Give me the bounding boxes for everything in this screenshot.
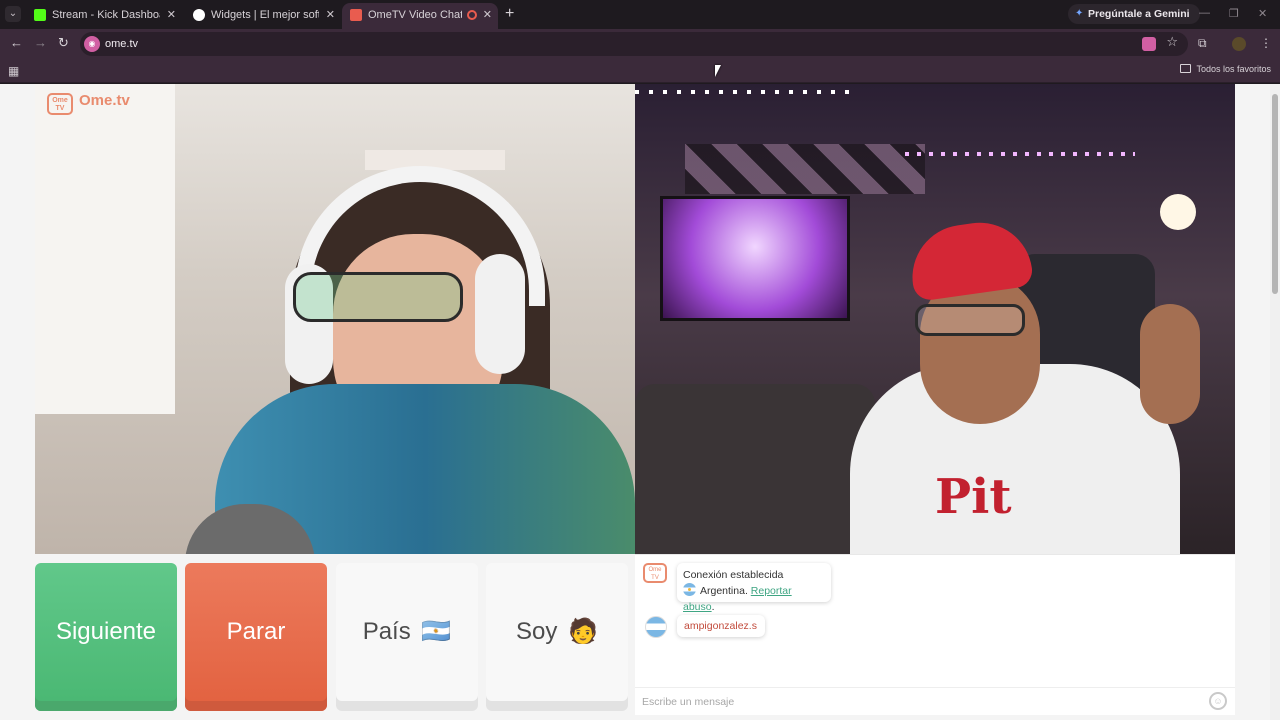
new-tab-icon[interactable]: + (505, 5, 514, 23)
country-line: Argentina. Reportar abuso. (683, 583, 825, 615)
all-favorites-button[interactable]: Todos los favoritos (1180, 64, 1271, 74)
ometv-logo-text: Ome.tv (79, 92, 130, 109)
tab-title: OmeTV Video Chat — Ome (368, 9, 462, 21)
remote-video: Pit (635, 84, 1235, 554)
background-couch (635, 384, 875, 554)
tab-kick-dashboard[interactable]: Stream - Kick Dashboard ✕ (26, 3, 182, 27)
background-lamp (1160, 194, 1196, 230)
kick-favicon-icon (34, 9, 46, 21)
next-label: Siguiente (55, 618, 157, 645)
led-lights-top (635, 90, 855, 94)
gemini-label: Pregúntale a Gemini (1088, 8, 1190, 20)
profile-avatar[interactable] (1232, 37, 1246, 51)
waving-hand (1140, 304, 1200, 424)
close-icon[interactable]: ✕ (167, 3, 176, 27)
ask-gemini-button[interactable]: ✦ Pregúntale a Gemini (1068, 4, 1200, 24)
led-lights-mid (905, 152, 1135, 156)
ometv-favicon-icon (350, 9, 362, 21)
person-glasses (293, 272, 463, 322)
argentina-flag-icon (683, 583, 696, 596)
bookmarks-bar: ▦ Todos los favoritos (0, 58, 1280, 83)
country-name: Argentina. (700, 585, 748, 597)
mouse-cursor-icon (715, 65, 721, 77)
stranger-message: ampigonzalez.s (677, 615, 765, 637)
tab-title: Widgets | El mejor software par (211, 9, 319, 21)
ometv-logo-icon: Ome TV (47, 93, 73, 115)
url-text: ome.tv (105, 38, 139, 50)
recording-icon (467, 10, 477, 20)
person-glasses (915, 304, 1025, 336)
stranger-flag-avatar (645, 616, 667, 638)
menu-kebab-icon[interactable]: ⋮ (1260, 36, 1272, 50)
next-button[interactable]: Siguiente (35, 563, 177, 711)
stop-button[interactable]: Parar (185, 563, 327, 711)
folder-icon (1180, 64, 1192, 73)
tab-ometv[interactable]: OmeTV Video Chat — Ome ✕ (342, 3, 498, 29)
forward-icon[interactable]: → (34, 35, 47, 50)
bookmark-star-icon[interactable]: ☆ (1166, 34, 1178, 50)
ometv-avatar-icon: Ome TV (643, 563, 667, 583)
tab-widgets[interactable]: Widgets | El mejor software par ✕ (185, 3, 341, 27)
all-favorites-label: Todos los favoritos (1196, 64, 1271, 74)
page-scrollbar[interactable] (1270, 84, 1280, 720)
headphones-earcup-right (475, 254, 525, 374)
address-bar[interactable]: ◉ ome.tv ☆ (80, 32, 1188, 56)
chat-panel: Ome TV Conexión establecida Argentina. R… (635, 554, 1235, 715)
apps-grid-icon[interactable]: ▦ (8, 64, 19, 78)
report-suffix: . (711, 601, 715, 613)
back-icon[interactable]: ← (10, 35, 23, 50)
background-window (35, 84, 175, 414)
browser-toolbar: ← → ↻ ◉ ome.tv ☆ ⧉ ⋮ (0, 29, 1280, 58)
screen-share-icon[interactable] (1142, 37, 1156, 51)
widgets-favicon-icon (193, 9, 205, 21)
connection-status: Conexión establecida (683, 569, 784, 581)
reload-icon[interactable]: ↻ (58, 35, 69, 51)
country-button[interactable]: País 🇦🇷 (336, 563, 478, 711)
stranger-username: ampigonzalez.s (684, 620, 757, 632)
person-icon: 🧑 (568, 618, 598, 645)
wall-diamond-pattern (685, 144, 925, 194)
message-input-bar: ☺ (635, 687, 1235, 715)
gender-button[interactable]: Soy 🧑 (486, 563, 628, 711)
site-info-icon[interactable]: ◉ (84, 36, 100, 52)
local-video: Ome TV Ome.tv (35, 84, 635, 554)
ometv-logo: Ome TV Ome.tv (47, 92, 130, 115)
close-icon[interactable]: ✕ (483, 3, 492, 27)
ometv-page: Ome TV Ome.tv Pit Siguiente Parar País 🇦🇷… (0, 84, 1280, 720)
message-input[interactable] (642, 692, 1202, 712)
close-icon[interactable]: ✕ (326, 3, 335, 27)
country-label: País (362, 618, 411, 645)
argentina-flag-icon: 🇦🇷 (421, 618, 452, 645)
emoji-smile-icon[interactable]: ☺ (1209, 692, 1227, 710)
gender-label: Soy (516, 618, 558, 645)
shirt-print: Pit (935, 469, 1012, 525)
tab-strip: ⌄ Stream - Kick Dashboard ✕ Widgets | El… (0, 0, 1280, 29)
minimize-icon[interactable]: — (1199, 7, 1210, 19)
tab-search-icon[interactable]: ⌄ (5, 6, 21, 22)
gemini-spark-icon: ✦ (1075, 8, 1084, 19)
restore-icon[interactable]: ❐ (1229, 7, 1239, 20)
background-tv (660, 196, 850, 321)
scrollbar-thumb[interactable] (1272, 94, 1278, 294)
system-message: Conexión establecida Argentina. Reportar… (677, 563, 831, 613)
extensions-icon[interactable]: ⧉ (1198, 36, 1207, 51)
tab-title: Stream - Kick Dashboard (52, 9, 160, 21)
stop-label: Parar (226, 618, 286, 645)
window-close-icon[interactable]: ✕ (1258, 7, 1267, 20)
